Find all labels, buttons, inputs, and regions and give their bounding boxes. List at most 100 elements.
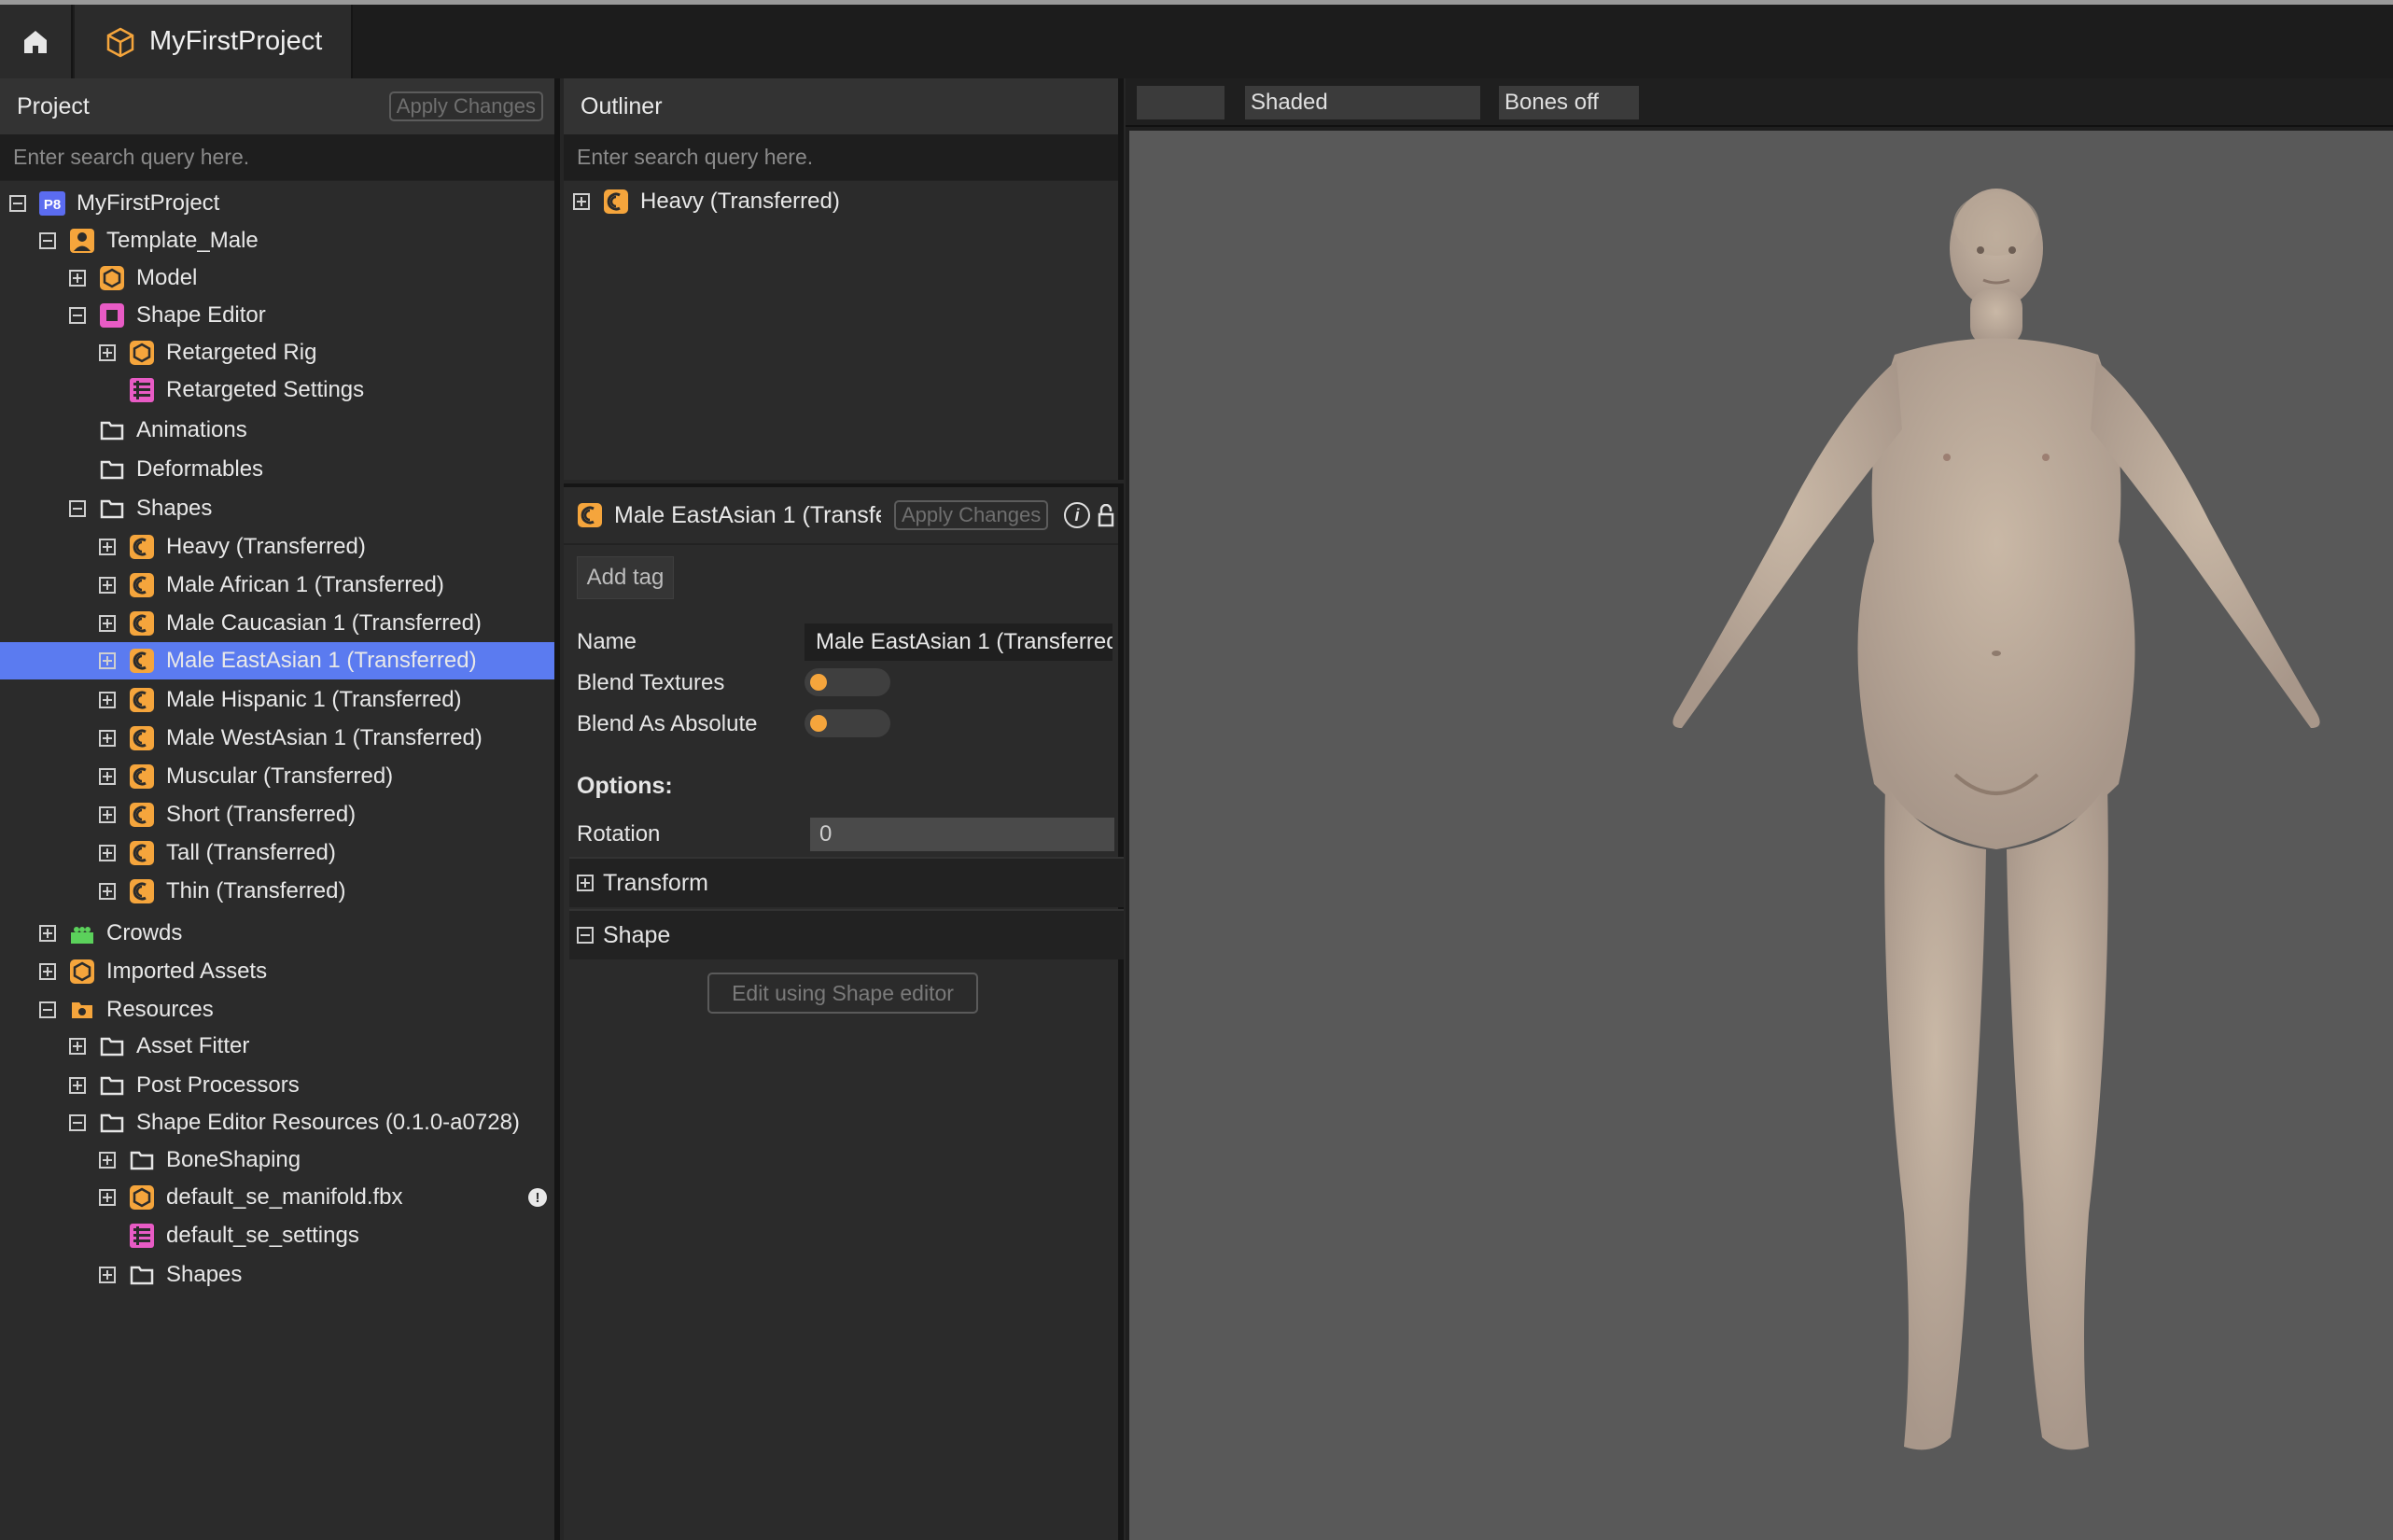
tree-item-label: Model bbox=[136, 265, 198, 290]
tree-item[interactable]: Imported Assets bbox=[0, 953, 554, 990]
tree-item[interactable]: Animations bbox=[0, 412, 554, 449]
collapse-toggle[interactable] bbox=[39, 232, 56, 249]
expand-toggle[interactable] bbox=[573, 193, 590, 210]
tree-item-label: Animations bbox=[136, 417, 247, 442]
expand-toggle[interactable] bbox=[69, 1038, 86, 1055]
blend-textures-toggle[interactable] bbox=[805, 668, 890, 696]
tree-item[interactable]: Retargeted Rig bbox=[0, 334, 554, 371]
shape-icon bbox=[129, 763, 155, 790]
shape-icon bbox=[129, 610, 155, 637]
expand-toggle[interactable] bbox=[99, 652, 116, 669]
expand-toggle[interactable] bbox=[99, 806, 116, 823]
info-icon[interactable]: i bbox=[1064, 502, 1090, 528]
outliner-search-input[interactable]: Enter search query here. bbox=[564, 134, 1118, 181]
folder-icon bbox=[129, 1262, 155, 1288]
blend-absolute-toggle[interactable] bbox=[805, 709, 890, 737]
tree-item[interactable]: Asset Fitter bbox=[0, 1028, 554, 1065]
expand-toggle[interactable] bbox=[99, 1189, 116, 1206]
expand-toggle[interactable] bbox=[99, 344, 116, 361]
expand-toggle[interactable] bbox=[99, 768, 116, 785]
viewport-canvas[interactable] bbox=[1129, 131, 2393, 1540]
tree-item[interactable]: Short (Transferred) bbox=[0, 796, 554, 833]
tree-item[interactable]: Heavy (Transferred) bbox=[0, 528, 554, 566]
tree-item[interactable]: Thin (Transferred) bbox=[0, 873, 554, 910]
tree-item[interactable]: Shapes bbox=[0, 490, 554, 527]
tree-item-label: Shapes bbox=[136, 496, 213, 521]
tree-item[interactable]: Shapes bbox=[0, 1256, 554, 1294]
tree-item[interactable]: Model bbox=[0, 259, 554, 297]
tree-item[interactable]: Shape Editor bbox=[0, 297, 554, 334]
lock-icon[interactable] bbox=[1098, 504, 1114, 528]
shape-icon bbox=[129, 725, 155, 751]
folder-icon bbox=[129, 1147, 155, 1173]
expand-toggle[interactable] bbox=[99, 539, 116, 555]
apply-changes-button[interactable]: Apply Changes bbox=[894, 500, 1049, 530]
tree-item[interactable]: Template_Male bbox=[0, 222, 554, 259]
edit-shape-editor-button[interactable]: Edit using Shape editor bbox=[707, 973, 978, 1014]
tree-item[interactable]: Deformables bbox=[0, 451, 554, 488]
bones-dropdown[interactable]: Bones off bbox=[1499, 86, 1639, 119]
shape-icon bbox=[129, 648, 155, 674]
folder-icon bbox=[99, 456, 125, 483]
tab-project[interactable]: MyFirstProject bbox=[75, 5, 353, 78]
expand-toggle[interactable] bbox=[99, 883, 116, 900]
tree-item-label: MyFirstProject bbox=[77, 190, 220, 216]
expand-toggle[interactable] bbox=[99, 692, 116, 708]
tree-item[interactable]: default_se_settings bbox=[0, 1217, 554, 1254]
tree-item[interactable]: Male EastAsian 1 (Transferred) bbox=[0, 642, 554, 679]
collapse-toggle[interactable] bbox=[9, 195, 26, 212]
tree-item[interactable]: BoneShaping bbox=[0, 1141, 554, 1179]
transform-section[interactable]: Transform bbox=[569, 857, 1124, 907]
tree-item[interactable]: Muscular (Transferred) bbox=[0, 758, 554, 795]
expand-toggle[interactable] bbox=[99, 845, 116, 861]
character-model bbox=[1672, 189, 2320, 1450]
shape-section[interactable]: Shape bbox=[569, 909, 1124, 959]
shading-dropdown[interactable]: Shaded bbox=[1245, 86, 1480, 119]
settings-icon bbox=[129, 377, 155, 403]
tree-item[interactable]: Post Processors bbox=[0, 1067, 554, 1104]
expand-toggle[interactable] bbox=[577, 875, 594, 891]
expand-toggle[interactable] bbox=[99, 1267, 116, 1283]
tree-item[interactable]: Male WestAsian 1 (Transferred) bbox=[0, 720, 554, 757]
asset-icon bbox=[69, 959, 95, 985]
tree-item[interactable]: Tall (Transferred) bbox=[0, 834, 554, 872]
tree-item[interactable]: Crowds bbox=[0, 915, 554, 952]
folder-icon bbox=[99, 417, 125, 443]
expand-toggle[interactable] bbox=[99, 577, 116, 594]
expand-toggle[interactable] bbox=[99, 730, 116, 747]
tree-item-label: Heavy (Transferred) bbox=[166, 534, 366, 559]
project-search-input[interactable]: Enter search query here. bbox=[0, 134, 554, 181]
expand-toggle[interactable] bbox=[99, 1152, 116, 1169]
tree-item[interactable]: Male Caucasian 1 (Transferred) bbox=[0, 605, 554, 642]
rotation-field[interactable]: 0 bbox=[810, 818, 1114, 851]
outliner-item-label: Heavy (Transferred) bbox=[640, 189, 840, 214]
tree-item[interactable]: default_se_manifold.fbx! bbox=[0, 1179, 554, 1216]
home-button[interactable] bbox=[0, 5, 73, 78]
tree-item[interactable]: Shape Editor Resources (0.1.0-a0728) bbox=[0, 1104, 554, 1141]
name-field[interactable]: Male EastAsian 1 (Transferred) bbox=[805, 623, 1113, 661]
collapse-toggle[interactable] bbox=[577, 927, 594, 944]
section-label: Transform bbox=[603, 869, 708, 896]
apply-changes-button[interactable]: Apply Changes bbox=[388, 91, 543, 121]
tree-item[interactable]: Retargeted Settings bbox=[0, 371, 554, 409]
expand-toggle[interactable] bbox=[69, 1077, 86, 1094]
top-bar: MyFirstProject bbox=[0, 0, 2393, 78]
collapse-toggle[interactable] bbox=[69, 500, 86, 517]
collapse-toggle[interactable] bbox=[69, 1114, 86, 1131]
outliner-item[interactable]: Heavy (Transferred) bbox=[573, 183, 1114, 220]
tree-item[interactable]: Male Hispanic 1 (Transferred) bbox=[0, 681, 554, 719]
expand-toggle[interactable] bbox=[39, 925, 56, 942]
tree-item-label: Retargeted Settings bbox=[166, 377, 365, 402]
tree-item[interactable]: P8 MyFirstProject bbox=[0, 185, 554, 222]
tree-item[interactable]: Resources bbox=[0, 991, 554, 1029]
expand-toggle[interactable] bbox=[99, 615, 116, 632]
viewport-mode-button[interactable] bbox=[1137, 86, 1224, 119]
expand-toggle[interactable] bbox=[39, 963, 56, 980]
add-tag-button[interactable]: Add tag bbox=[577, 556, 674, 599]
collapse-toggle[interactable] bbox=[39, 1001, 56, 1018]
collapse-toggle[interactable] bbox=[69, 307, 86, 324]
folder-icon bbox=[99, 1033, 125, 1059]
tree-item-label: Shape Editor bbox=[136, 302, 266, 328]
expand-toggle[interactable] bbox=[69, 270, 86, 287]
tree-item[interactable]: Male African 1 (Transferred) bbox=[0, 567, 554, 604]
